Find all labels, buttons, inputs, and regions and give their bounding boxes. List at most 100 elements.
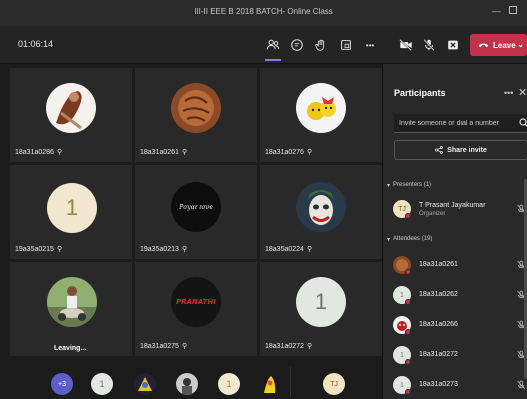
chevron-down-icon[interactable]: ⌄ — [517, 40, 524, 49]
status-badge — [405, 359, 411, 365]
leave-label: Leave — [493, 40, 516, 50]
teams-meeting-window: III-II EEE B 2018 BATCH- Online Class — … — [0, 0, 527, 399]
pin-icon: ⚲ — [306, 343, 313, 350]
participant-name: 18a31a0261 — [419, 261, 458, 268]
video-stage: 18a31a0286 ⚲ 18a31a0261 ⚲ 18a31a0276 ⚲ 1 19… — [0, 64, 382, 399]
maximize-button[interactable] — [509, 6, 517, 14]
tile-name: 19a35a0213 ⚲ — [140, 245, 188, 254]
pin-icon: ⚲ — [181, 246, 188, 253]
strip-avatar[interactable] — [176, 373, 198, 395]
participant-name: T Prasant Jayakumar — [419, 202, 486, 209]
pin-icon: ⚲ — [56, 149, 63, 156]
pin-icon: ⚲ — [306, 149, 313, 156]
more-actions-icon[interactable]: ••• — [360, 35, 380, 55]
mic-off-icon — [517, 380, 526, 390]
chevron-down-icon: ▾ — [387, 237, 391, 243]
attendees-section-header[interactable]: ▾ Attendees (19) — [387, 236, 432, 243]
participant-name: 18a31a0273 — [419, 381, 458, 388]
status-badge — [405, 269, 411, 275]
participant-row[interactable]: 1 18a31a0262 — [391, 284, 527, 308]
pin-icon: ⚲ — [306, 246, 313, 253]
leaving-status: Leaving... — [54, 345, 87, 352]
overflow-count-badge[interactable]: +3 — [51, 373, 73, 395]
participant-name: 18a31a0262 — [419, 291, 458, 298]
avatar-logo-text: Ρσyαℓ ℓσνє — [179, 203, 213, 211]
tile-name: 18a31a0272 ⚲ — [265, 342, 313, 351]
tile-name: 18a31a0276 ⚲ — [265, 148, 313, 157]
participant-name: 18a31a0266 — [419, 321, 458, 328]
meeting-toolbar: 01:06:14 ••• Leave ⌄ — [0, 26, 527, 64]
status-badge — [405, 213, 411, 219]
participant-tile[interactable]: Leaving... — [10, 262, 132, 356]
participant-tile[interactable]: 1 19a35a0215 ⚲ — [10, 165, 132, 259]
participant-tile[interactable]: 18a35a0224 ⚲ — [260, 165, 382, 259]
participant-row[interactable]: 18a31a0266 — [391, 314, 527, 338]
share-invite-label: Share invite — [447, 146, 487, 154]
strip-avatar[interactable]: 1 — [91, 373, 113, 395]
avatar: Ρσyαℓ ℓσνє — [171, 182, 221, 232]
pin-icon: ⚲ — [181, 149, 188, 156]
minimize-button[interactable]: — — [492, 6, 501, 16]
overflow-strip: +3 1 1 TJ — [0, 357, 382, 399]
strip-avatar[interactable] — [134, 373, 156, 395]
avatar: 1 — [47, 183, 97, 233]
participant-tile[interactable]: Ρσyαℓ ℓσνє 19a35a0213 ⚲ — [135, 165, 257, 259]
share-icon — [435, 146, 443, 154]
breakout-rooms-icon[interactable] — [336, 35, 356, 55]
avatar: 1 — [296, 277, 346, 327]
chat-icon[interactable] — [287, 35, 307, 55]
participant-tile[interactable]: 18a31a0261 ⚲ — [135, 68, 257, 162]
presenters-section-header[interactable]: ▾ Presenters (1) — [387, 182, 431, 189]
local-user-avatar[interactable]: TJ — [323, 373, 345, 395]
status-badge — [405, 329, 411, 335]
avatar — [296, 182, 346, 232]
status-badge — [405, 389, 411, 395]
leave-button[interactable]: Leave ⌄ — [470, 34, 527, 56]
participant-row[interactable]: 18a31a0261 — [391, 254, 527, 278]
close-icon[interactable]: ✕ — [518, 86, 527, 99]
participant-name: 18a31a0272 — [419, 351, 458, 358]
participant-row[interactable]: TJ T Prasant Jayakumar Organizer — [391, 198, 527, 222]
active-tab-indicator — [265, 59, 281, 61]
participant-tile[interactable]: PRANATHI 18a31a0275 ⚲ — [135, 262, 257, 356]
people-icon[interactable] — [263, 35, 283, 55]
status-badge — [405, 299, 411, 305]
avatar — [296, 83, 346, 133]
phone-icon — [478, 41, 489, 49]
title-bar: III-II EEE B 2018 BATCH- Online Class — — [0, 0, 527, 26]
avatar — [171, 83, 221, 133]
video-off-icon[interactable] — [396, 35, 416, 55]
window-title: III-II EEE B 2018 BATCH- Online Class — [194, 7, 333, 16]
mic-off-icon[interactable] — [419, 35, 439, 55]
raise-hand-icon[interactable] — [311, 35, 331, 55]
search-icon[interactable] — [519, 118, 527, 128]
tile-name: 18a31a0275 ⚲ — [140, 342, 188, 351]
pin-icon: ⚲ — [56, 246, 63, 253]
pin-icon: ⚲ — [181, 343, 188, 350]
participant-row[interactable]: 1 18a31a0273 — [391, 374, 527, 398]
tile-name: 18a31a0261 ⚲ — [140, 148, 188, 157]
participant-role: Organizer — [419, 211, 446, 217]
share-tray-icon[interactable] — [443, 35, 463, 55]
avatar: PRANATHI — [171, 277, 221, 327]
tile-name: 18a31a0286 ⚲ — [15, 148, 63, 157]
strip-divider — [290, 367, 291, 397]
strip-avatar[interactable] — [259, 373, 281, 395]
share-invite-button[interactable]: Share invite — [394, 140, 527, 160]
tile-name: 18a35a0224 ⚲ — [265, 245, 313, 254]
avatar — [47, 277, 97, 327]
participant-tile[interactable]: 18a31a0276 ⚲ — [260, 68, 382, 162]
chevron-down-icon: ▾ — [387, 183, 391, 189]
tile-name: 19a35a0215 ⚲ — [15, 245, 63, 254]
panel-more-icon[interactable]: ••• — [504, 88, 513, 98]
avatar-logo-text: PRANATHI — [176, 298, 216, 306]
avatar — [46, 83, 96, 133]
participants-panel: Participants ••• ✕ Share invite ▾ Presen… — [382, 64, 527, 399]
meeting-timer: 01:06:14 — [18, 39, 54, 49]
invite-input[interactable] — [394, 114, 527, 133]
panel-title: Participants — [394, 88, 446, 98]
participant-row[interactable]: 1 18a31a0272 — [391, 344, 527, 368]
strip-avatar[interactable]: 1 — [218, 373, 240, 395]
participant-tile[interactable]: 18a31a0286 ⚲ — [10, 68, 132, 162]
participant-tile[interactable]: 1 18a31a0272 ⚲ — [260, 262, 382, 356]
